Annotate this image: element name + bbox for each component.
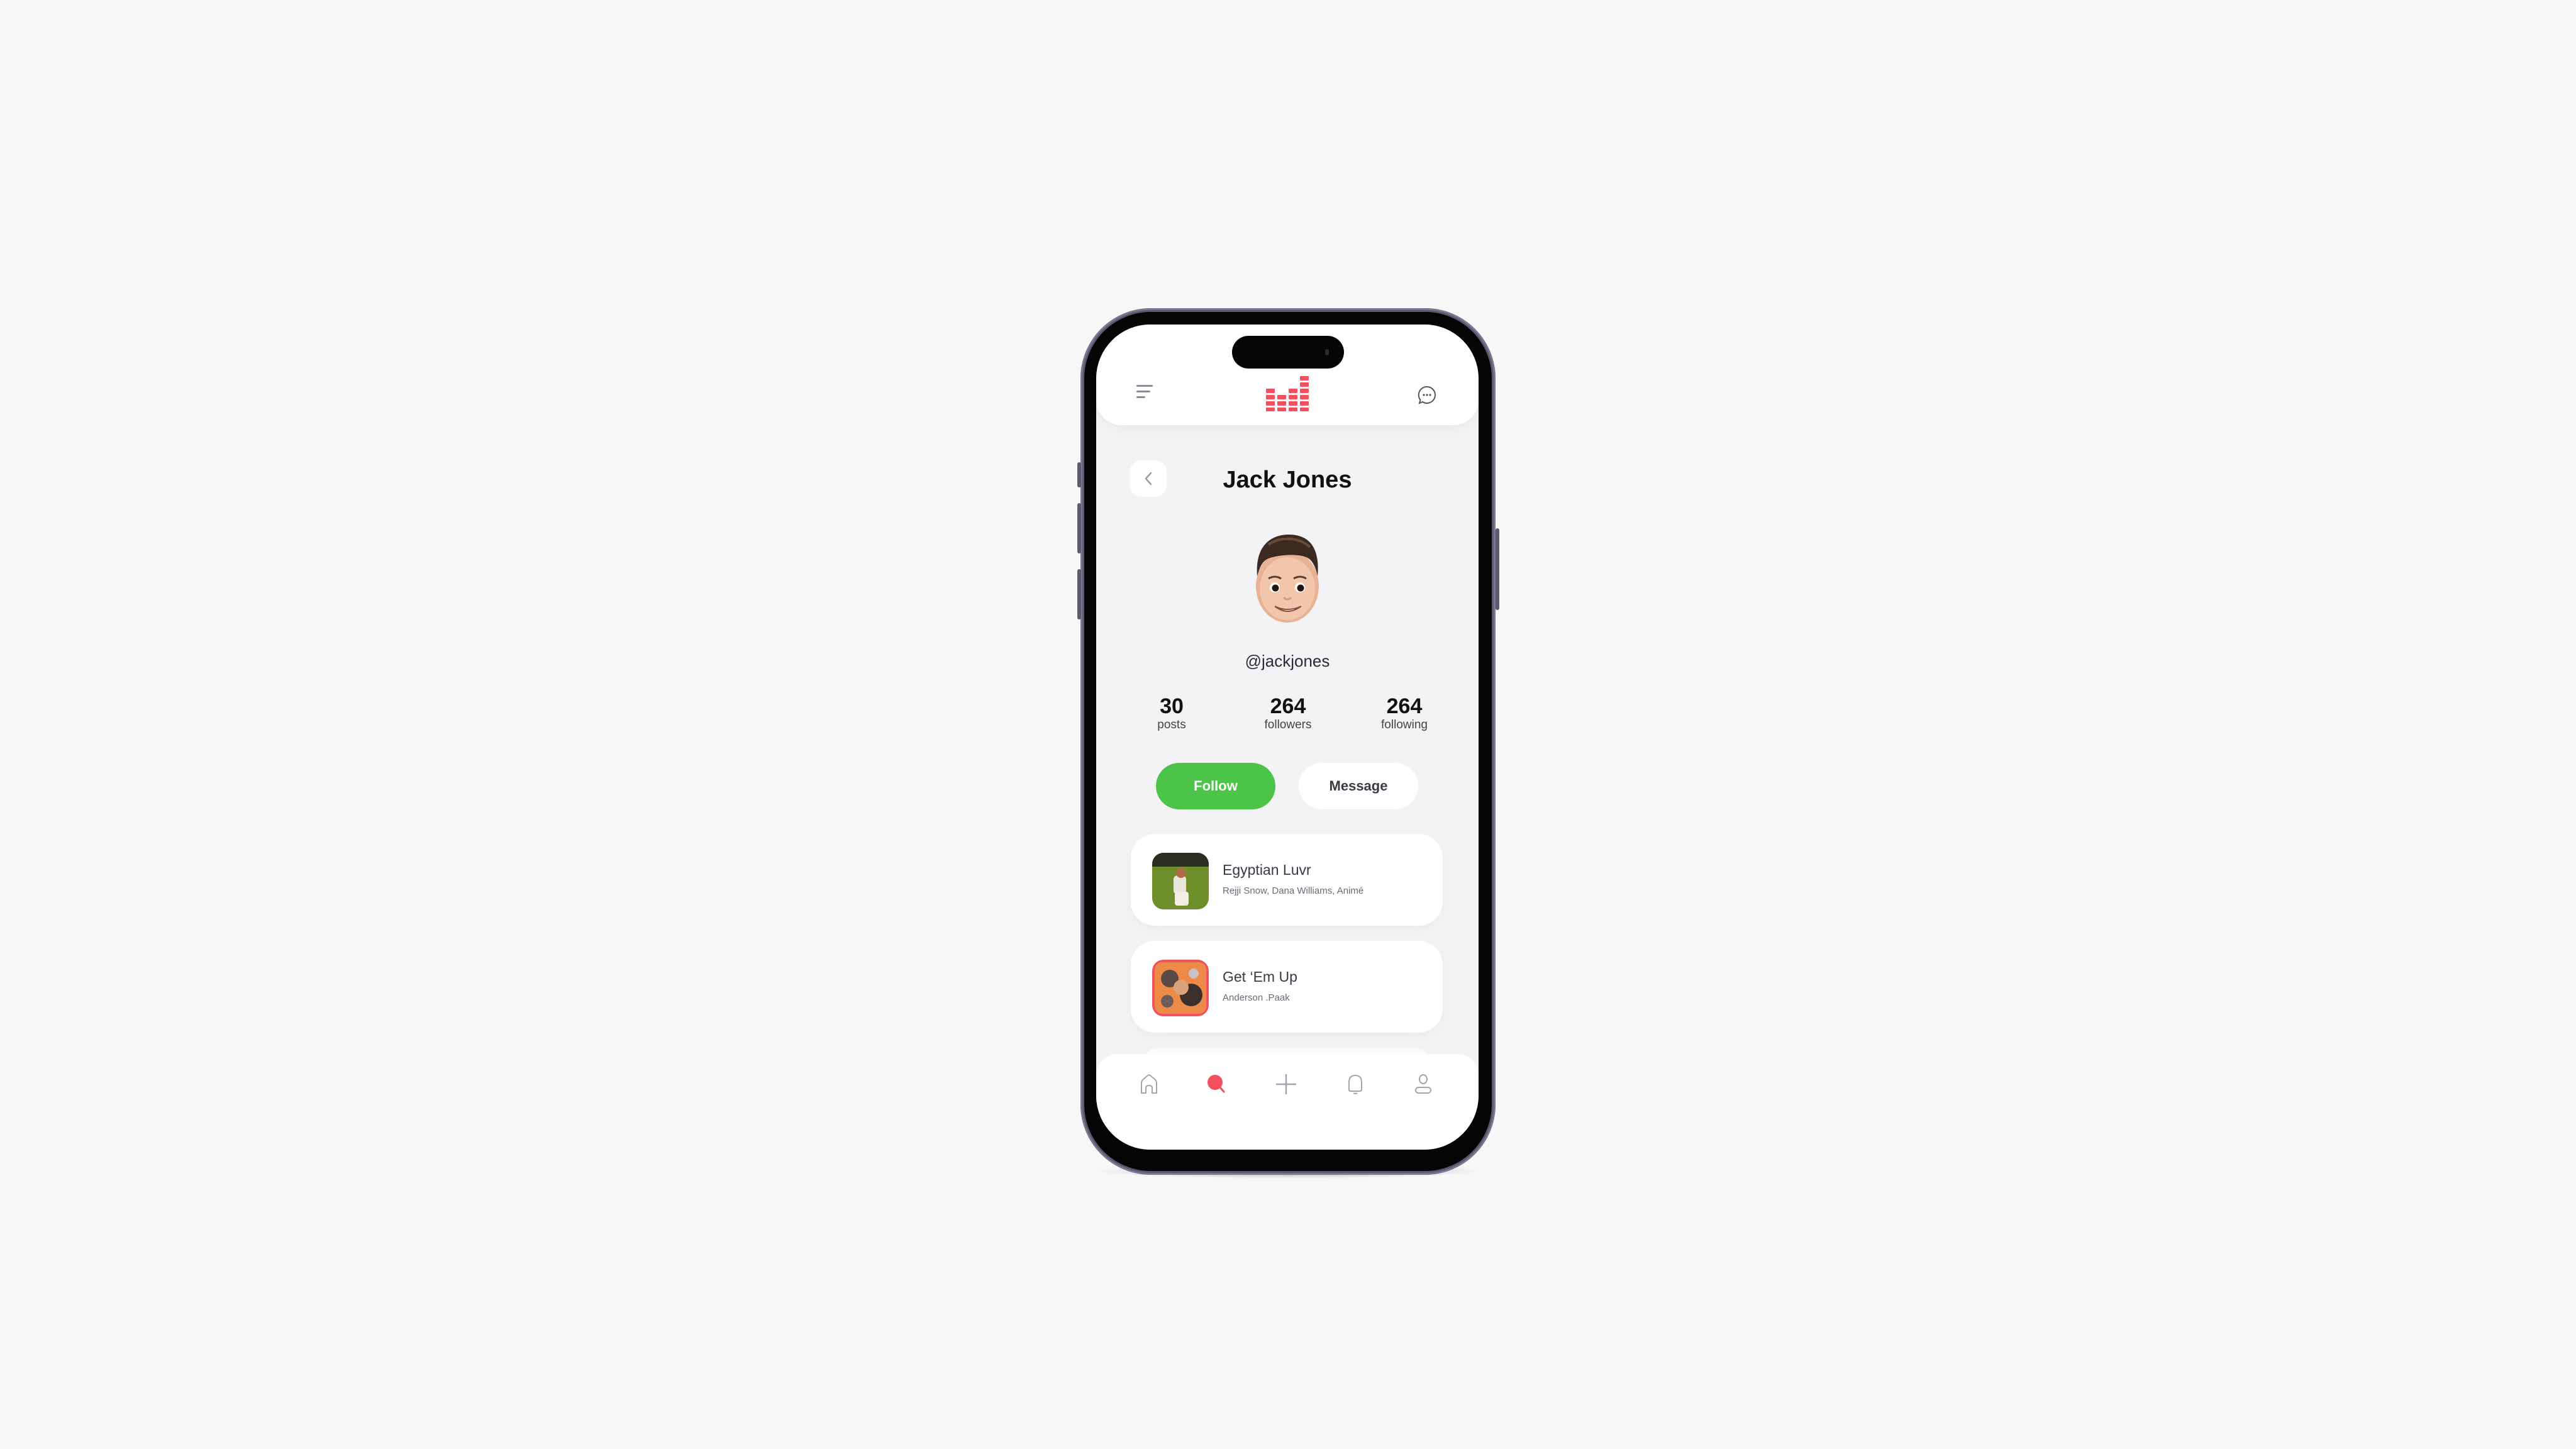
dynamic-island — [1232, 336, 1344, 369]
home-icon[interactable] — [1136, 1072, 1162, 1097]
stat-value: 264 — [1270, 694, 1306, 718]
profile-handle: @jackjones — [1245, 652, 1330, 670]
bottom-nav — [1096, 1054, 1479, 1150]
track-artists: Anderson .Paak — [1223, 992, 1290, 1003]
power-button — [1496, 528, 1499, 610]
search-icon[interactable] — [1204, 1072, 1230, 1097]
follow-button[interactable]: Follow — [1156, 763, 1275, 809]
track-card[interactable]: Get ‘Em Up Anderson .Paak — [1131, 941, 1443, 1033]
profile-stats: 30 posts 264 followers 264 following — [1134, 694, 1442, 732]
volume-down-button — [1077, 569, 1081, 619]
user-icon[interactable] — [1411, 1072, 1436, 1097]
track-artists: Rejji Snow, Dana Williams, Animé — [1223, 886, 1364, 896]
stat-value: 264 — [1386, 694, 1423, 718]
phone-screen: Jack Jones @jackjones 30 posts 264 follo… — [1096, 325, 1479, 1150]
stat-label: posts — [1157, 718, 1186, 731]
stat-value: 30 — [1160, 694, 1184, 718]
stat-following[interactable]: 264 following — [1367, 694, 1442, 732]
track-title: Get ‘Em Up — [1223, 969, 1297, 985]
message-button[interactable]: Message — [1299, 763, 1418, 809]
album-art — [1152, 960, 1209, 1016]
memoji-avatar — [1256, 535, 1319, 623]
chat-bubble-icon[interactable] — [1417, 385, 1437, 405]
camera-lens — [1325, 349, 1329, 355]
profile-name: Jack Jones — [1223, 467, 1352, 493]
menu-icon[interactable] — [1136, 385, 1153, 401]
stat-posts[interactable]: 30 posts — [1134, 694, 1209, 732]
stat-followers[interactable]: 264 followers — [1250, 694, 1326, 732]
plus-icon[interactable] — [1274, 1072, 1299, 1097]
album-art — [1152, 853, 1209, 909]
stat-label: following — [1381, 718, 1428, 731]
track-card[interactable]: Egyptian Luvr Rejji Snow, Dana Williams,… — [1131, 834, 1443, 926]
stat-label: followers — [1264, 718, 1312, 731]
equalizer-logo — [1266, 376, 1309, 411]
volume-up-button — [1077, 503, 1081, 553]
silent-switch — [1077, 462, 1081, 487]
track-title: Egyptian Luvr — [1223, 862, 1311, 878]
bell-icon[interactable] — [1343, 1072, 1368, 1097]
